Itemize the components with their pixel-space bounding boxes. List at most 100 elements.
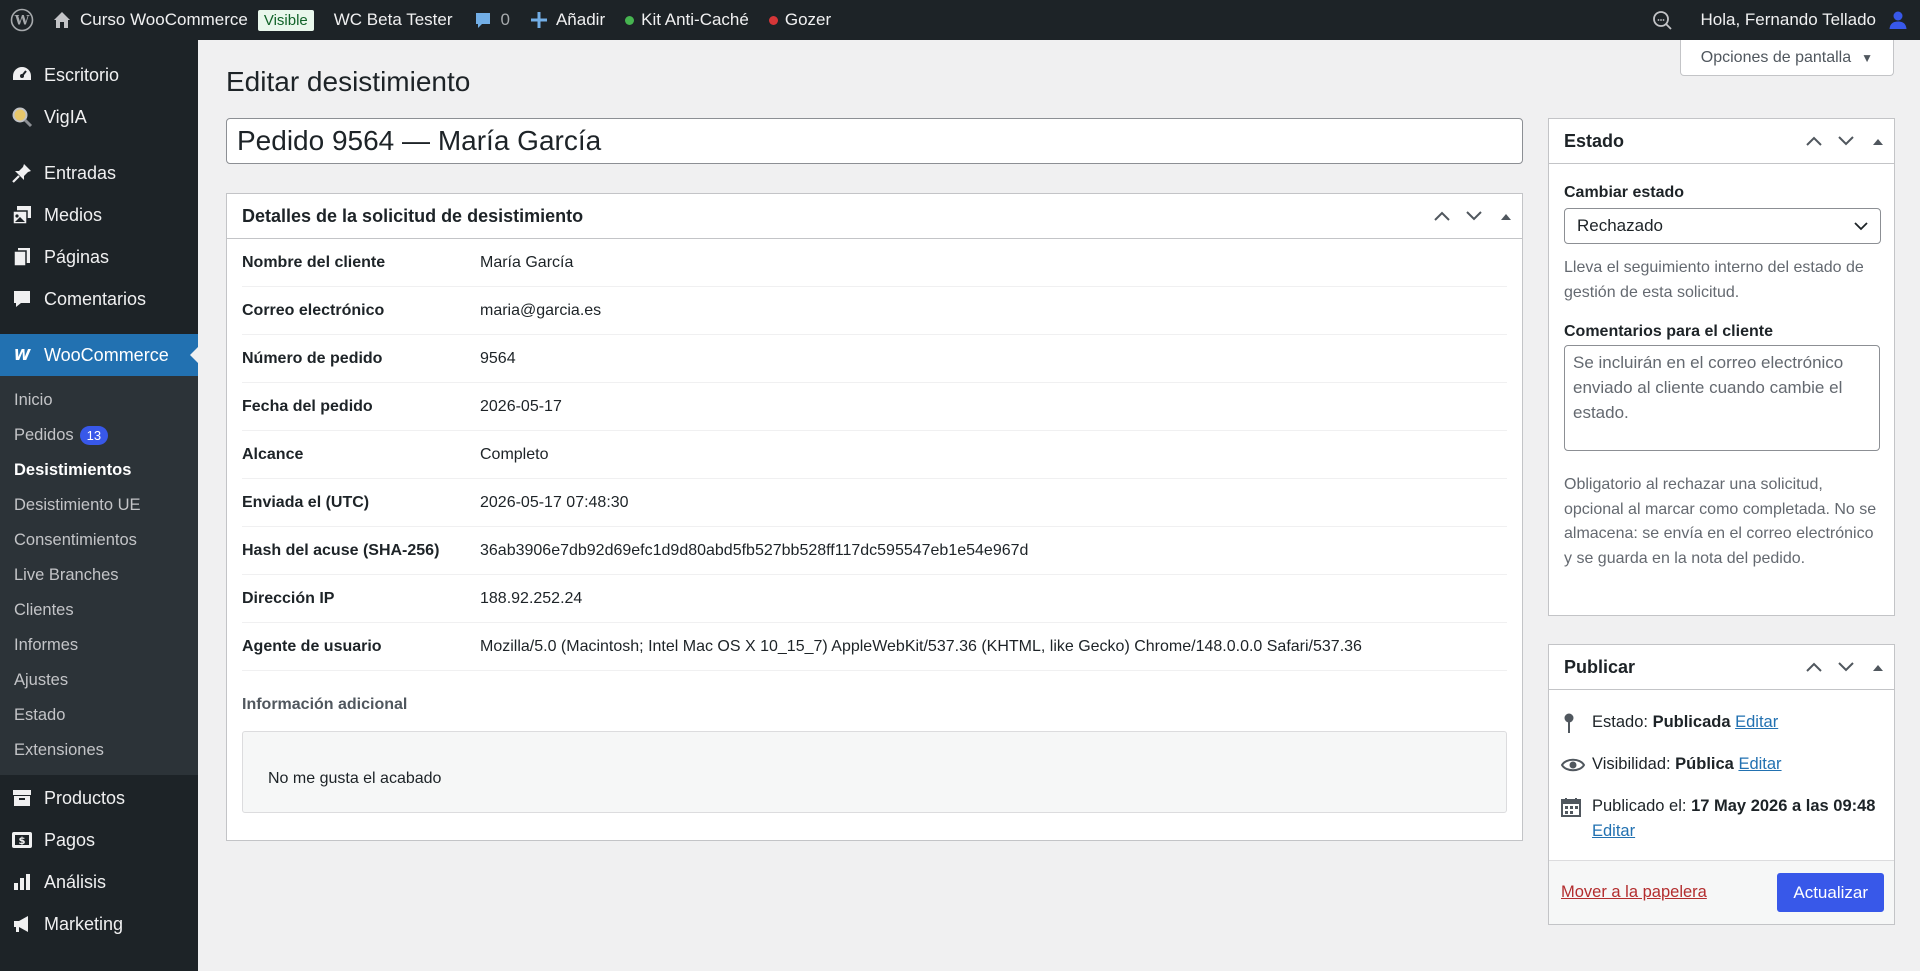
detail-row: Agente de usuario Mozilla/5.0 (Macintosh;… (242, 623, 1507, 671)
edit-date-link[interactable]: Editar (1592, 822, 1635, 840)
estado-postbox: Estado Cambiar estado Rechazado Lleva el… (1548, 118, 1895, 616)
search-icon[interactable] (1641, 0, 1691, 40)
edit-visibility-link[interactable]: Editar (1738, 755, 1781, 773)
avatar-icon (1888, 10, 1908, 30)
submenu-item-clientes[interactable]: Clientes (0, 593, 198, 628)
wordpress-logo-icon[interactable]: W (2, 0, 42, 40)
toggle-panel-icon[interactable] (1490, 208, 1522, 224)
toggle-panel-icon[interactable] (1862, 659, 1894, 675)
submenu-item-ajustes[interactable]: Ajustes (0, 663, 198, 698)
calendar-icon (1561, 794, 1592, 819)
submenu-item-estado[interactable]: Estado (0, 698, 198, 733)
media-icon (10, 203, 34, 227)
postbox-header: Detalles de la solicitud de desistimient… (227, 194, 1522, 239)
detail-value: maria@garcia.es (480, 301, 602, 319)
submenu-item-live-branches[interactable]: Live Branches (0, 558, 198, 593)
visibility-label: Visibilidad: (1592, 755, 1671, 773)
comment-icon (10, 287, 34, 311)
submenu-item-inicio[interactable]: Inicio (0, 383, 198, 418)
move-up-icon[interactable] (1798, 659, 1830, 675)
greeting: Hola, Fernando Tellado (1700, 10, 1876, 29)
menu-item-paginas[interactable]: Páginas (0, 236, 198, 278)
publish-actions: Mover a la papelera Actualizar (1549, 860, 1894, 924)
menu-label: Comentarios (44, 288, 147, 309)
screen-options-button[interactable]: Opciones de pantalla ▼ (1679, 40, 1894, 76)
detail-value: 2026-05-17 (480, 397, 562, 415)
published-value: 17 May 2026 a las 09:48 (1691, 797, 1876, 815)
submenu-item-desistimientos[interactable]: Desistimientos (0, 453, 198, 488)
comment-icon (473, 10, 493, 30)
submenu-item-consentimientos[interactable]: Consentimientos (0, 523, 198, 558)
move-down-icon[interactable] (1830, 133, 1862, 149)
update-button[interactable]: Actualizar (1777, 873, 1884, 912)
detail-value: 36ab3906e7db92d69efc1d9d80abd5fb527bb528… (480, 541, 1029, 559)
menu-label: Páginas (44, 246, 110, 267)
site-name-link[interactable]: Curso WooCommerce Visible (42, 0, 324, 40)
customer-comments-textarea[interactable]: Se incluirán en el correo electrónico en… (1564, 345, 1880, 451)
woocommerce-submenu: Inicio Pedidos 13 Desistimientos Desisti… (0, 376, 198, 775)
detail-label: Nombre del cliente (242, 253, 386, 271)
money-icon: $ (10, 828, 34, 852)
submenu-item-desistimiento-ue[interactable]: Desistimiento UE (0, 488, 198, 523)
detail-label: Enviada el (UTC) (242, 493, 370, 511)
detail-row: Alcance Completo (242, 431, 1507, 479)
pages-icon (10, 245, 34, 269)
caret-down-icon: ▼ (1861, 50, 1873, 65)
menu-item-entradas[interactable]: Entradas (0, 152, 198, 194)
status-help-text: Lleva el seguimiento interno del estado … (1564, 259, 1864, 301)
menu-label: WooCommerce (44, 344, 169, 365)
archive-icon (10, 786, 34, 810)
add-new-link[interactable]: Añadir (520, 0, 615, 40)
pin-icon (1561, 710, 1592, 735)
toggle-panel-icon[interactable] (1862, 133, 1894, 149)
detail-label: Agente de usuario (242, 637, 382, 655)
status-dot-icon (625, 15, 635, 25)
status-select[interactable]: Rechazado (1564, 208, 1881, 244)
postbox-title: Estado (1564, 130, 1625, 151)
submenu-item-informes[interactable]: Informes (0, 628, 198, 663)
post-title-input[interactable] (226, 118, 1523, 164)
menu-label: Escritorio (44, 64, 120, 85)
menu-item-analisis[interactable]: Análisis (0, 861, 198, 903)
menu-item-pagos[interactable]: $ Pagos (0, 819, 198, 861)
user-account-link[interactable]: Hola, Fernando Tellado (1691, 0, 1920, 40)
detail-row: Número de pedido 9564 (242, 335, 1507, 383)
menu-item-escritorio[interactable]: Escritorio (0, 54, 198, 96)
move-up-icon[interactable] (1426, 208, 1458, 224)
comments-link[interactable]: 0 (463, 0, 520, 40)
publish-visibility-row: Visibilidad: Pública Editar (1561, 752, 1882, 777)
submenu-item-extensiones[interactable]: Extensiones (0, 733, 198, 768)
move-to-trash-link[interactable]: Mover a la papelera (1561, 883, 1707, 902)
anti-cache-link[interactable]: Kit Anti-Caché (615, 0, 759, 40)
wc-beta-tester-link[interactable]: WC Beta Tester (324, 0, 463, 40)
menu-label: Pagos (44, 829, 96, 850)
postbox-title: Detalles de la solicitud de desistimient… (242, 205, 584, 226)
move-down-icon[interactable] (1830, 659, 1862, 675)
move-down-icon[interactable] (1458, 208, 1490, 224)
detail-value: Completo (480, 445, 549, 463)
menu-item-marketing[interactable]: Marketing (0, 903, 198, 945)
detail-row: Nombre del cliente María García (242, 239, 1507, 287)
submenu-item-pedidos[interactable]: Pedidos 13 (0, 418, 198, 453)
anti-cache-label: Kit Anti-Caché (641, 10, 749, 29)
page-title: Editar desistimiento (226, 66, 471, 97)
postbox-header: Estado (1549, 119, 1894, 164)
menu-label: Entradas (44, 162, 117, 183)
menu-item-vigia[interactable]: VigIA (0, 96, 198, 138)
menu-item-woocommerce[interactable]: W WooCommerce (0, 334, 198, 376)
menu-item-medios[interactable]: Medios (0, 194, 198, 236)
edit-status-link[interactable]: Editar (1735, 713, 1778, 731)
svg-text:W: W (14, 346, 32, 364)
menu-item-productos[interactable]: Productos (0, 777, 198, 819)
status-label: Estado: (1592, 713, 1648, 731)
magnifier-icon (10, 105, 34, 129)
published-label: Publicado el: (1592, 797, 1687, 815)
detail-label: Número de pedido (242, 349, 383, 367)
publish-postbox: Publicar Estado: Publicada Editar Visibi… (1548, 644, 1895, 925)
pin-icon (10, 161, 34, 185)
extra-info-box: No me gusta el acabado (242, 731, 1507, 813)
gozer-link[interactable]: Gozer (759, 0, 841, 40)
menu-item-comentarios[interactable]: Comentarios (0, 278, 198, 320)
add-new-label: Añadir (555, 10, 606, 29)
move-up-icon[interactable] (1798, 133, 1830, 149)
